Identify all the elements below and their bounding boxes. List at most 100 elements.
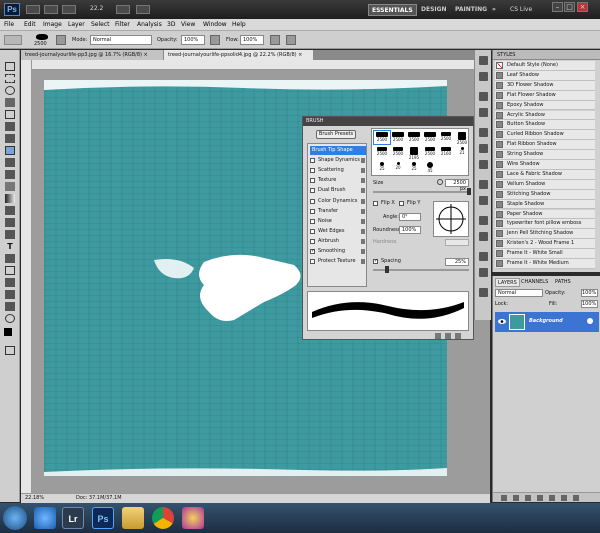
history-brush-tool-icon[interactable] [5,170,15,179]
style-item[interactable]: Frame It - White Medium [495,259,595,269]
rectangle-tool-icon[interactable] [5,266,15,275]
menu-filter[interactable]: Filter [115,20,130,30]
style-item[interactable]: Lace & Fabric Shadow [495,169,595,180]
lock-icon[interactable] [361,178,365,184]
brush-setting-checkbox[interactable] [310,168,315,174]
paragraph-panel-icon[interactable] [479,196,488,205]
color-panel-icon[interactable] [479,92,488,101]
link-layers-icon[interactable] [501,495,507,501]
blend-mode-select[interactable]: Normal [495,289,543,297]
move-tool-icon[interactable] [5,62,15,71]
brush-setting-item[interactable]: Wet Edges [310,227,366,236]
style-item[interactable]: Paper Shadow [495,209,595,220]
eraser-tool-icon[interactable] [5,182,15,191]
arrange-documents-icon[interactable] [116,5,130,14]
angle-input[interactable]: 0° [399,213,421,221]
style-item[interactable]: Kristen's 2 - Wood Frame 1 [495,239,595,250]
clone-source-panel-icon[interactable] [479,160,488,169]
gradient-tool-icon[interactable] [5,194,15,203]
layer-row-background[interactable]: Background [495,312,599,332]
add-mask-icon[interactable] [525,495,531,501]
character-panel-icon[interactable] [479,180,488,189]
lock-icon[interactable] [361,238,365,244]
lock-icon[interactable] [361,208,365,214]
styles-panel-title[interactable]: STYLES [493,50,600,60]
brush-panel-icon[interactable] [479,144,488,153]
lock-icon[interactable] [361,158,365,164]
brush-tip-preset[interactable]: 2500 [390,131,406,144]
eye-icon[interactable] [498,318,506,325]
brush-tip-preset[interactable]: 2500 [373,130,391,145]
brush-setting-item[interactable]: Transfer [310,207,366,216]
reset-size-icon[interactable] [437,179,443,185]
blur-tool-icon[interactable] [5,206,15,215]
flip-x-checkbox[interactable] [373,201,378,206]
spacing-checkbox[interactable]: ✓ [373,259,378,264]
brush-setting-item[interactable]: Brush Tip Shape [310,146,366,155]
style-item[interactable]: Vellum Shadow [495,179,595,190]
style-item[interactable]: Epoxy Shadow [495,100,595,111]
masks-panel-icon[interactable] [479,232,488,241]
style-item[interactable]: Wire Shadow [495,160,595,170]
brush-tip-preset[interactable]: 45 [422,161,438,174]
tab-channels[interactable]: CHANNELS [519,278,550,287]
brush-setting-checkbox[interactable] [310,218,315,224]
tab-document-2[interactable]: treed-journalyourlife-ppsolid4.jpg @ 22.… [164,50,314,60]
menu-help[interactable]: Help [232,20,246,30]
marquee-tool-icon[interactable] [5,74,15,83]
start-button[interactable] [3,506,27,530]
fill-input[interactable]: 100% [581,300,598,308]
crop-tool-icon[interactable] [5,110,15,119]
lock-icon[interactable] [361,198,365,204]
tab-paths[interactable]: PATHS [553,278,573,287]
brush-setting-item[interactable]: ✓ Smoothing [310,247,366,256]
style-item[interactable]: Stitching Shadow [495,189,595,200]
healing-brush-tool-icon[interactable] [5,134,15,143]
dodge-tool-icon[interactable] [5,218,15,227]
file-explorer-icon[interactable] [122,507,144,529]
pen-tool-icon[interactable] [5,230,15,239]
photoshop-taskbar-icon[interactable]: Ps [92,507,114,529]
style-item[interactable]: Jenn Pell Stitching Shadow [495,229,595,240]
airbrush-icon[interactable] [270,35,280,45]
style-item[interactable]: Curled Ribbon Shadow [495,130,595,141]
size-slider-handle[interactable] [467,188,471,195]
restore-button[interactable]: □ [564,2,575,12]
brush-panel-title[interactable]: BRUSH [303,117,473,126]
brush-setting-checkbox[interactable] [310,228,315,234]
pressure-size-icon[interactable] [286,35,296,45]
hand-tool-icon[interactable] [5,302,15,311]
delete-layer-icon[interactable] [573,495,579,501]
brush-tip-preset[interactable]: 25 [406,161,422,174]
more-workspaces-button[interactable]: » [489,4,499,16]
layer-name[interactable]: Background [529,318,563,324]
style-item[interactable]: Leaf Shadow [495,70,595,81]
clone-stamp-tool-icon[interactable] [5,158,15,167]
style-item[interactable]: Flat Flower Shadow [495,90,595,101]
menu-image[interactable]: Image [43,20,62,30]
menu-view[interactable]: View [181,20,195,30]
status-zoom[interactable]: 22.18% [25,494,44,503]
menu-window[interactable]: Window [203,20,227,30]
brush-setting-checkbox[interactable] [310,238,315,244]
brush-setting-item[interactable]: Scattering [310,166,366,175]
brush-setting-checkbox[interactable] [310,198,315,204]
menu-file[interactable]: File [4,20,14,30]
lock-icon[interactable] [361,168,365,174]
brush-setting-checkbox[interactable]: ✓ [310,249,315,254]
brush-tip-preset[interactable]: 20 [390,161,406,174]
chrome-icon[interactable] [152,507,174,529]
brush-setting-item[interactable]: Dual Brush [310,186,366,195]
brush-tip-preset[interactable]: 2500 [454,131,470,145]
brush-setting-item[interactable]: Color Dynamics [310,197,366,206]
brush-tip-preset[interactable]: 2500 [422,131,438,144]
actions-panel-icon[interactable] [479,72,488,81]
lasso-tool-icon[interactable] [5,86,15,95]
spacing-input[interactable]: 25% [445,258,469,266]
spacing-slider-handle[interactable] [385,266,389,273]
new-group-icon[interactable] [549,495,555,501]
eyedropper-tool-icon[interactable] [5,122,15,131]
brush-tip-preset[interactable]: 2500 [438,131,454,144]
menu-edit[interactable]: Edit [24,20,36,30]
size-slider[interactable] [373,188,471,195]
